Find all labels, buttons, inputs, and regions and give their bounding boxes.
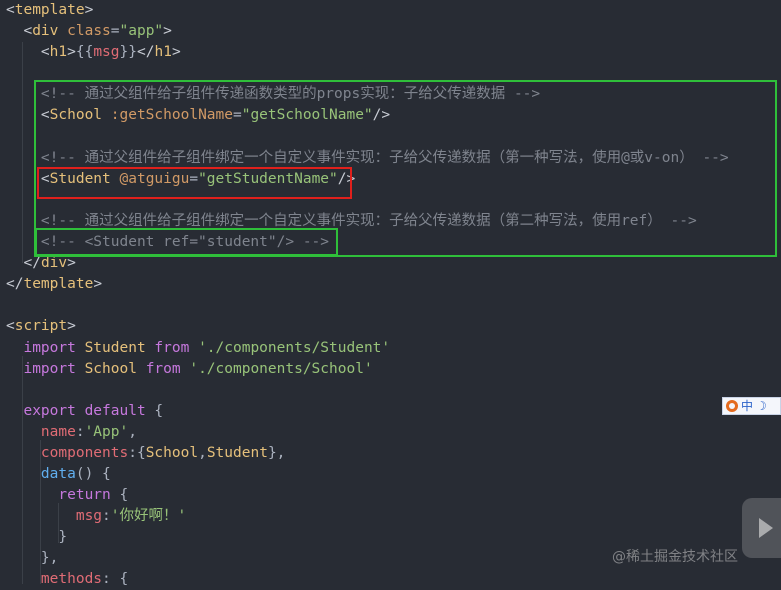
code-token: return: [58, 487, 120, 503]
code-line: <script>: [6, 316, 76, 337]
code-token: </: [137, 44, 155, 60]
watermark: @稀土掘金技术社区: [612, 549, 738, 565]
code-token: }}: [119, 44, 137, 60]
code-editor[interactable]: <template> <div class="app"> <h1>{{msg}}…: [0, 0, 781, 587]
code-token: import: [23, 361, 85, 377]
code-token: >: [67, 318, 76, 334]
code-token: "app": [119, 23, 164, 39]
code-line: components:{School,Student},: [6, 443, 285, 464]
code-line: },: [6, 548, 58, 569]
code-token: >: [67, 44, 76, 60]
code-token: :: [75, 424, 85, 440]
code-token: : {: [102, 571, 129, 587]
code-line: msg:'你好啊！': [6, 506, 186, 527]
code-token: ,: [128, 424, 137, 440]
code-token: '你好啊！': [110, 508, 187, 524]
code-token: >: [84, 2, 94, 18]
code-token: template: [14, 2, 85, 18]
code-token: :{: [128, 445, 146, 461]
code-token: h1: [154, 44, 172, 60]
code-token: <: [23, 23, 33, 39]
code-token: import: [23, 340, 85, 356]
code-token: School: [145, 445, 199, 461]
code-token: './components/Student': [198, 340, 391, 356]
ime-indicator[interactable]: 中 ☽: [722, 397, 781, 415]
code-token: h1: [49, 44, 68, 60]
code-token: div: [40, 255, 68, 271]
code-token: ,: [198, 445, 207, 461]
code-token: script: [14, 318, 68, 334]
code-line: </template>: [6, 274, 102, 295]
code-line: export default {: [6, 401, 163, 422]
code-token: 'App': [84, 424, 129, 440]
code-token: {{: [75, 44, 94, 60]
code-token: School: [84, 361, 146, 377]
code-token: <: [6, 2, 15, 18]
code-line: <template>: [6, 0, 93, 21]
code-token: from: [154, 340, 199, 356]
code-token: Student: [206, 445, 268, 461]
code-token: () {: [75, 466, 111, 482]
code-token: <: [6, 318, 15, 334]
code-token: >: [163, 23, 172, 39]
code-token: >: [171, 44, 181, 60]
code-token: :: [102, 508, 111, 524]
code-token: },: [267, 445, 286, 461]
code-token: from: [145, 361, 190, 377]
code-token: Student: [84, 340, 155, 356]
code-token: <: [40, 44, 50, 60]
code-token: {: [154, 403, 164, 419]
student-event-highlight-box: [37, 167, 352, 199]
code-token: >: [67, 255, 76, 271]
student-ref-highlight-box: [35, 228, 338, 256]
ime-logo-icon: [726, 400, 738, 412]
code-token: div: [32, 23, 68, 39]
code-token: =: [110, 23, 120, 39]
code-token: },: [40, 550, 59, 566]
code-token: data: [40, 466, 76, 482]
code-token: methods: [40, 571, 103, 587]
code-token: name: [40, 424, 76, 440]
code-token: class: [67, 23, 111, 39]
code-token: msg: [75, 508, 103, 524]
code-line: data() {: [6, 464, 111, 485]
code-token: </: [6, 276, 24, 292]
code-line: import Student from './components/Studen…: [6, 338, 390, 359]
code-token: >: [93, 276, 103, 292]
code-token: './components/School': [189, 361, 373, 377]
code-token: template: [23, 276, 94, 292]
code-line: return {: [6, 485, 128, 506]
code-line: <h1>{{msg}}</h1>: [6, 42, 181, 63]
code-line: import School from './components/School': [6, 359, 373, 380]
code-token: </: [23, 255, 41, 271]
code-token: }: [58, 529, 68, 545]
code-token: msg: [93, 44, 120, 60]
play-icon[interactable]: [742, 498, 781, 558]
code-line: name:'App',: [6, 422, 137, 443]
moon-icon: ☽: [756, 399, 767, 413]
code-line: <div class="app">: [6, 21, 172, 42]
code-token: {: [119, 487, 129, 503]
ime-language-label: 中: [741, 399, 754, 413]
code-line: }: [6, 527, 67, 548]
code-token: components: [40, 445, 129, 461]
code-token: export default: [23, 403, 155, 419]
code-line: methods: {: [6, 569, 128, 590]
